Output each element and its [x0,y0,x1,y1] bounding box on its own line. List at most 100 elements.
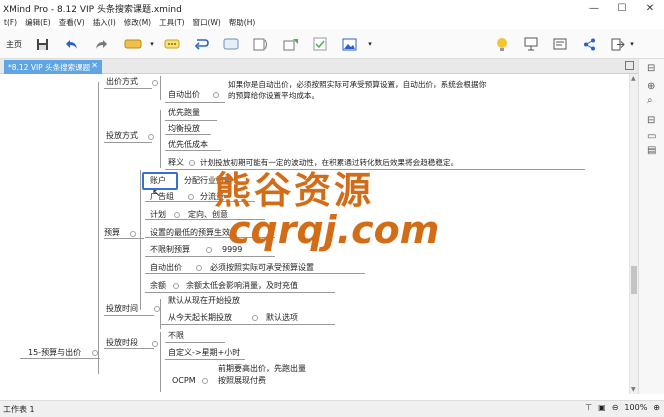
topic-insert-icon[interactable] [122,35,144,53]
topic-account[interactable]: 账户 [150,176,166,186]
zoom-out-icon[interactable]: ⊖ [612,403,619,412]
collapse-toggle[interactable] [213,92,219,98]
topic-balance[interactable]: 余额 [150,281,166,291]
maximize-button[interactable]: ☐ [608,0,636,16]
search-icon[interactable]: ⌕ [647,95,653,106]
topic-priority-volume[interactable]: 优先跑量 [168,108,200,118]
menu-modify[interactable]: 修改(M) [120,17,155,28]
topic-balance-desc[interactable]: 余额太低会影响消量，及时充值 [186,281,298,291]
marker-icon[interactable] [282,35,300,53]
zoom-in-icon[interactable]: ⊕ [647,81,655,92]
topic-min-budget[interactable]: 设置的最低的预算生效 [150,228,230,238]
collapse-toggle[interactable] [152,80,158,86]
minimize-button[interactable]: — [580,0,608,16]
topic-budget-auto-bid-desc[interactable]: 必须按照实际可承受预算设置 [210,263,314,273]
topic-budget-auto-bid[interactable]: 自动出价 [150,263,182,273]
topic-delivery-period[interactable]: 投放时段 [106,338,138,348]
image-icon[interactable] [340,35,358,53]
topic-ad-group[interactable]: 广告组 [150,192,174,202]
sheet-tab[interactable]: 工作表 1 [0,404,35,415]
tab-mindmap[interactable]: *8.12 VIP 头条搜索课题 ✕ [4,60,102,74]
outline-view-icon[interactable] [552,35,568,53]
menu-file[interactable]: t(F) [0,18,21,27]
topic-budget[interactable]: 预算 [104,228,120,238]
topic-definition[interactable]: 释义 [168,158,184,168]
topic-delivery-method[interactable]: 投放方式 [106,131,138,141]
filter-icon[interactable]: ⊤ [585,403,592,412]
close-button[interactable]: ✕ [636,0,664,16]
topic-plan[interactable]: 计划 [150,210,166,220]
scroll-up-icon[interactable]: ▲ [631,75,636,82]
undo-icon[interactable] [64,35,80,53]
topic-ocpm[interactable]: OCPM [172,376,196,386]
lightbulb-icon[interactable] [494,35,510,53]
collapse-toggle[interactable] [152,341,158,347]
topic-default-start-now[interactable]: 默认从现在开始投放 [168,296,240,306]
collapse-toggle[interactable] [174,212,180,218]
scroll-thumb[interactable] [631,266,637,294]
branch-underline [165,120,217,121]
collapse-toggle[interactable] [154,306,160,312]
collapse-toggle[interactable] [252,315,258,321]
topic-auto-bid[interactable]: 自动出价 [168,90,200,100]
collapse-toggle[interactable] [148,134,154,140]
menu-view[interactable]: 查看(V) [55,17,89,28]
collapse-toggle[interactable] [130,231,136,237]
zoom-level[interactable]: 100% [624,403,647,412]
tab-close-icon[interactable]: ✕ [91,61,98,70]
menu-tools[interactable]: 工具(T) [155,17,188,28]
redo-icon[interactable] [93,35,109,53]
export-dropdown-icon[interactable]: ▾ [628,35,636,53]
collapse-toggle[interactable] [189,160,195,166]
branch-underline [104,88,152,89]
save-icon[interactable] [34,35,50,53]
collapse-toggle[interactable] [206,247,212,253]
image-dropdown-icon[interactable]: ▾ [366,35,374,53]
home-button[interactable]: 主页 [2,35,26,53]
presentation-icon[interactable] [523,35,539,53]
topic-balanced[interactable]: 均衡投放 [168,124,200,134]
topic-auto-bid-desc-2[interactable]: 的预算给你设置平均成本。 [228,91,319,101]
root-topic[interactable]: 15-预算与出价 [28,348,81,358]
topic-ocpm-desc-2[interactable]: 按照展现付费 [218,376,266,386]
topic-delivery-time[interactable]: 投放时间 [106,304,138,314]
topic-long-term[interactable]: 从今天起长期投放 [168,313,232,323]
properties-panel-icon[interactable]: ▤ [647,145,656,156]
collapse-toggle[interactable] [92,350,98,356]
subtopic-icon[interactable] [163,35,181,53]
topic-unlimited-budget[interactable]: 不限制预算 [150,245,190,255]
topic-dropdown-icon[interactable]: ▾ [148,35,156,53]
topic-unlimited[interactable]: 不限 [168,331,184,341]
collapse-toggle[interactable] [188,194,194,200]
menu-edit[interactable]: 编辑(E) [21,17,55,28]
scroll-down-icon[interactable]: ▼ [631,386,636,393]
menu-help[interactable]: 帮助(H) [225,17,260,28]
topic-priority-low-cost[interactable]: 优先低成本 [168,140,208,150]
menu-insert[interactable]: 插入(I) [89,17,120,28]
topic-custom-schedule[interactable]: 自定义->星期+小时 [168,348,240,358]
topic-bid-method[interactable]: 出价方式 [106,77,138,87]
share-icon[interactable] [581,35,597,53]
relationship-icon[interactable] [193,35,211,53]
summary-icon[interactable] [252,35,270,53]
collapse-toggle[interactable] [202,378,208,384]
panel-pin-icon-2[interactable]: ⊟ [647,115,655,126]
branch-underline [145,273,365,274]
panel-pin-icon[interactable]: ⊟ [647,63,655,74]
vertical-scrollbar[interactable]: ▲ ▼ [629,74,638,394]
task-icon[interactable] [311,35,329,53]
topic-ocpm-desc-1[interactable]: 前期要高出价，先跑出量 [218,364,306,374]
restore-icon[interactable] [625,61,634,70]
topic-auto-bid-desc-1[interactable]: 如果你是自动出价，必须按照实际可承受预算设置，自动出价，系统会根据你 [228,80,486,90]
zoom-icon[interactable]: ▣ [598,403,606,412]
menu-window[interactable]: 窗口(W) [189,17,225,28]
mindmap-canvas[interactable]: 出价方式 自动出价 如果你是自动出价，必须按照实际可承受预算设置，自动出价，系统… [0,74,629,394]
zoom-in-status-icon[interactable]: ⊕ [653,403,660,412]
topic-default-option[interactable]: 默认选项 [266,313,298,323]
export-icon[interactable] [610,35,626,53]
outline-panel-icon[interactable]: ▭ [647,131,656,142]
branch-underline [104,238,144,239]
collapse-toggle[interactable] [196,265,202,271]
boundary-icon[interactable] [222,35,240,53]
collapse-toggle[interactable] [173,283,179,289]
